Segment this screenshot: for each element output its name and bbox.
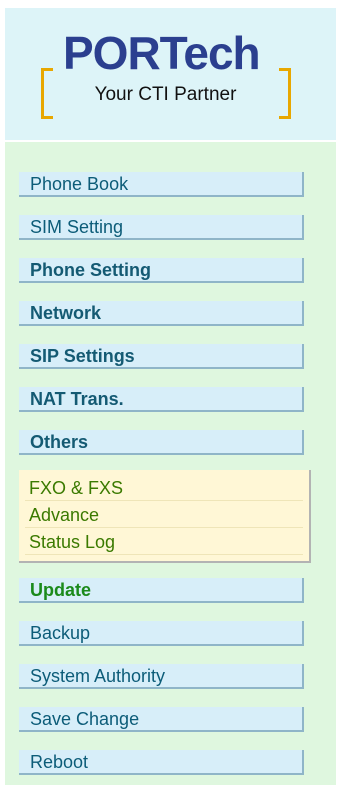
app-frame: PORTech Your CTI Partner Phone Book SIM … (5, 8, 336, 785)
menu-item-sim-setting[interactable]: SIM Setting (19, 215, 304, 240)
menu-item-backup[interactable]: Backup (19, 621, 304, 646)
menu-item-save-change[interactable]: Save Change (19, 707, 304, 732)
menu-item-network[interactable]: Network (19, 301, 304, 326)
menu-item-update[interactable]: Update (19, 578, 304, 603)
logo-header: PORTech Your CTI Partner (5, 8, 336, 140)
menu-item-phone-setting[interactable]: Phone Setting (19, 258, 304, 283)
others-submenu: FXO & FXS Advance Status Log (19, 470, 311, 563)
menu-item-phone-book[interactable]: Phone Book (19, 172, 304, 197)
menu-item-sip-settings[interactable]: SIP Settings (19, 344, 304, 369)
logo-tagline: Your CTI Partner (94, 84, 237, 105)
menu-item-nat-trans[interactable]: NAT Trans. (19, 387, 304, 412)
logo-left-bracket (41, 68, 53, 119)
logo-right-bracket (279, 68, 291, 119)
logo-brand-text: PORTech (63, 27, 261, 79)
menu-item-reboot[interactable]: Reboot (19, 750, 304, 775)
menu-item-others[interactable]: Others (19, 430, 304, 455)
sidebar-menu: Phone Book SIM Setting Phone Setting Net… (5, 142, 336, 785)
submenu-item-fxo-fxs[interactable]: FXO & FXS (25, 476, 303, 501)
menu-item-system-authority[interactable]: System Authority (19, 664, 304, 689)
submenu-item-advance[interactable]: Advance (25, 503, 303, 528)
portech-logo: PORTech Your CTI Partner (41, 27, 291, 119)
submenu-item-status-log[interactable]: Status Log (25, 530, 303, 555)
